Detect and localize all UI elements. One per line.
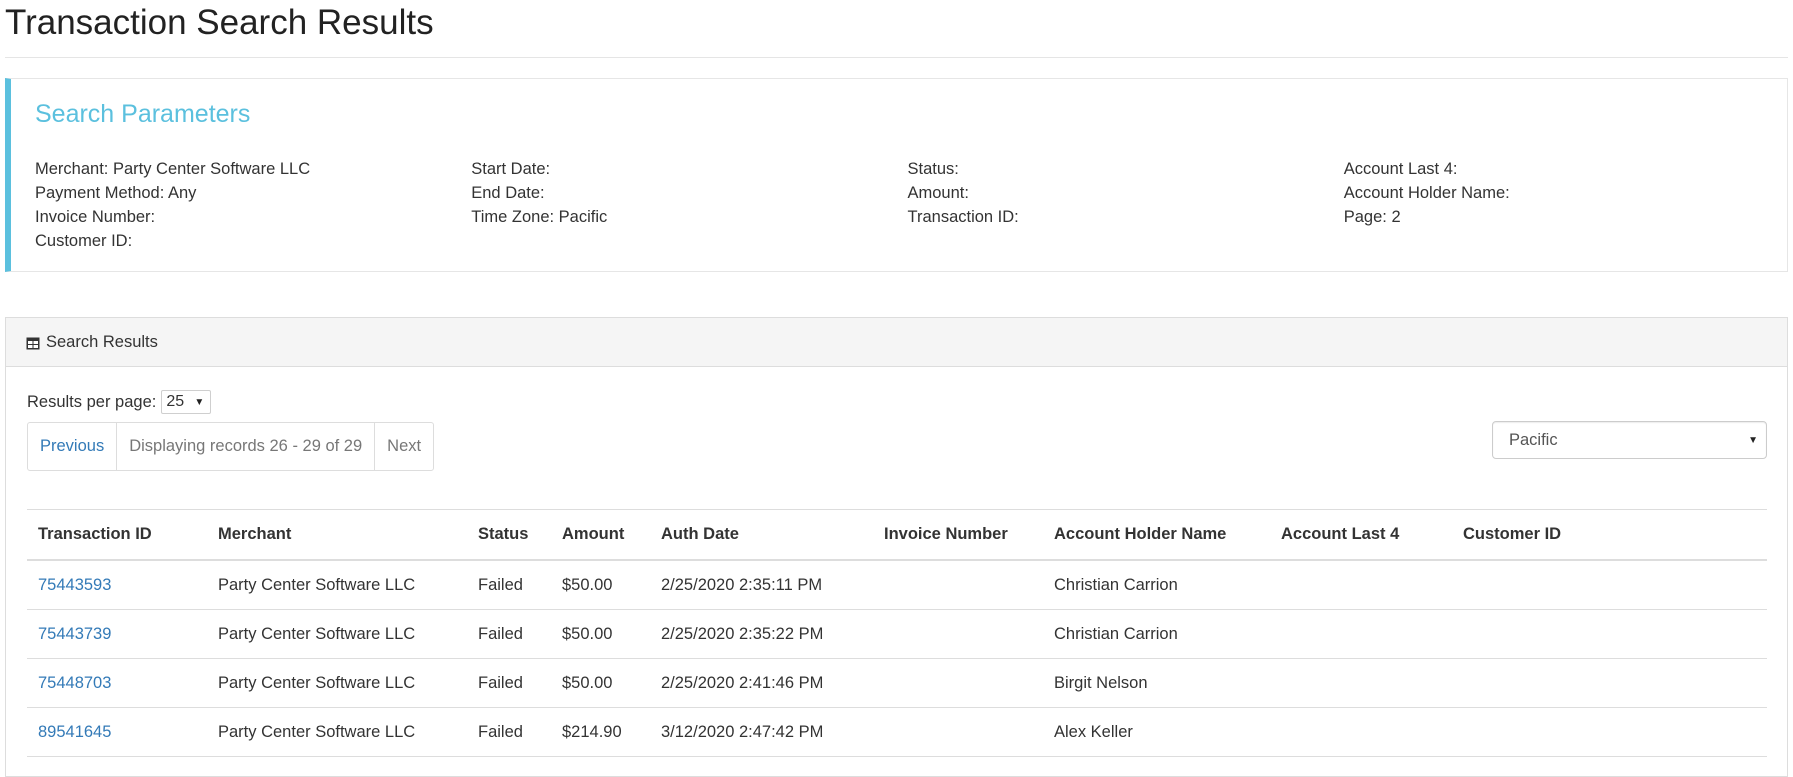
col-customer-id[interactable]: Customer ID [1452, 509, 1767, 561]
cell-auth-date: 2/25/2020 2:35:11 PM [650, 560, 873, 610]
cell-invoice-number [873, 707, 1043, 757]
panel-heading: Search Results [6, 318, 1787, 367]
previous-button[interactable]: Previous [28, 423, 118, 470]
pager-info: Displaying records 26 - 29 of 29 [117, 423, 376, 470]
cell-status: Failed [467, 707, 551, 757]
transaction-link[interactable]: 89541645 [38, 723, 111, 741]
search-results-panel: Search Results Results per page: 25 ▼ Pr… [5, 317, 1788, 777]
search-parameters-grid: Merchant: Party Center Software LLC Paym… [35, 157, 1780, 253]
title-divider [5, 57, 1788, 58]
col-auth-date[interactable]: Auth Date [650, 509, 873, 561]
param-column-3: Status: Amount: Transaction ID: [908, 157, 1344, 253]
param-page: Page: 2 [1343, 208, 1401, 226]
param-column-4: Account Last 4: Account Holder Name: Pag… [1344, 157, 1780, 253]
cell-merchant: Party Center Software LLC [207, 707, 467, 757]
param-payment-method: Payment Method: Any [35, 184, 197, 202]
param-account-holder: Account Holder Name: [1343, 184, 1510, 202]
page: Transaction Search Results Search Parame… [0, 0, 1793, 777]
transaction-link[interactable]: 75443593 [38, 576, 111, 594]
cell-merchant: Party Center Software LLC [207, 609, 467, 659]
param-account-last4: Account Last 4: [1343, 160, 1458, 178]
param-merchant: Merchant: Party Center Software LLC [35, 160, 311, 178]
next-button[interactable]: Next [375, 423, 433, 470]
cell-account-last4 [1270, 707, 1452, 757]
param-status: Status: [907, 160, 959, 178]
table-icon [26, 336, 40, 349]
col-account-last4[interactable]: Account Last 4 [1270, 509, 1452, 561]
cell-account-holder: Christian Carrion [1043, 560, 1270, 610]
cell-amount: $214.90 [551, 707, 650, 757]
search-parameters-callout: Search Parameters Merchant: Party Center… [5, 78, 1788, 272]
table-header-row: Transaction ID Merchant Status Amount Au… [27, 509, 1767, 561]
results-per-page-select[interactable]: 25 ▼ [161, 390, 212, 414]
cell-merchant: Party Center Software LLC [207, 560, 467, 610]
results-table: Transaction ID Merchant Status Amount Au… [27, 509, 1767, 757]
param-column-1: Merchant: Party Center Software LLC Paym… [35, 157, 471, 253]
cell-status: Failed [467, 658, 551, 708]
col-invoice-number[interactable]: Invoice Number [873, 509, 1043, 561]
chevron-down-icon: ▼ [1748, 434, 1758, 446]
cell-customer-id [1452, 609, 1767, 659]
cell-account-last4 [1270, 609, 1452, 659]
table-row: 75443739 Party Center Software LLC Faile… [27, 609, 1767, 659]
results-per-page-label: Results per page: [27, 392, 157, 411]
col-account-holder-name[interactable]: Account Holder Name [1043, 509, 1270, 561]
cell-account-holder: Alex Keller [1043, 707, 1270, 757]
transaction-link[interactable]: 75443739 [38, 625, 111, 643]
cell-account-last4 [1270, 658, 1452, 708]
param-column-2: Start Date: End Date: Time Zone: Pacific [471, 157, 907, 253]
chevron-down-icon: ▼ [194, 396, 205, 408]
cell-amount: $50.00 [551, 560, 650, 610]
cell-customer-id [1452, 560, 1767, 610]
table-row: 89541645 Party Center Software LLC Faile… [27, 707, 1767, 757]
cell-transaction-id: 89541645 [27, 707, 207, 757]
cell-customer-id [1452, 658, 1767, 708]
cell-transaction-id: 75448703 [27, 658, 207, 708]
cell-transaction-id: 75443593 [27, 560, 207, 610]
cell-account-holder: Christian Carrion [1043, 609, 1270, 659]
param-invoice-number: Invoice Number: [35, 208, 156, 226]
cell-merchant: Party Center Software LLC [207, 658, 467, 708]
timezone-select[interactable]: Pacific ▼ [1492, 421, 1767, 459]
page-title: Transaction Search Results [5, 3, 434, 42]
param-time-zone: Time Zone: Pacific [471, 208, 608, 226]
search-parameters-title: Search Parameters [35, 100, 251, 128]
timezone-value: Pacific [1509, 430, 1558, 449]
results-per-page-value: 25 [166, 393, 185, 410]
pager: Previous Displaying records 26 - 29 of 2… [27, 422, 435, 471]
cell-auth-date: 3/12/2020 2:47:42 PM [650, 707, 873, 757]
col-status[interactable]: Status [467, 509, 551, 561]
param-customer-id: Customer ID: [35, 232, 133, 250]
col-merchant[interactable]: Merchant [207, 509, 467, 561]
param-start-date: Start Date: [471, 160, 551, 178]
param-amount: Amount: [907, 184, 969, 202]
param-end-date: End Date: [471, 184, 545, 202]
table-row: 75443593 Party Center Software LLC Faile… [27, 560, 1767, 610]
cell-invoice-number [873, 560, 1043, 610]
transaction-link[interactable]: 75448703 [38, 674, 111, 692]
results-per-page: Results per page: 25 ▼ [27, 390, 212, 414]
cell-invoice-number [873, 609, 1043, 659]
cell-amount: $50.00 [551, 658, 650, 708]
cell-transaction-id: 75443739 [27, 609, 207, 659]
cell-amount: $50.00 [551, 609, 650, 659]
col-transaction-id[interactable]: Transaction ID [27, 509, 207, 561]
panel-heading-label: Search Results [46, 332, 158, 351]
cell-customer-id [1452, 707, 1767, 757]
cell-status: Failed [467, 560, 551, 610]
cell-auth-date: 2/25/2020 2:35:22 PM [650, 609, 873, 659]
cell-account-holder: Birgit Nelson [1043, 658, 1270, 708]
cell-account-last4 [1270, 560, 1452, 610]
cell-auth-date: 2/25/2020 2:41:46 PM [650, 658, 873, 708]
cell-invoice-number [873, 658, 1043, 708]
cell-status: Failed [467, 609, 551, 659]
col-amount[interactable]: Amount [551, 509, 650, 561]
param-transaction-id: Transaction ID: [907, 208, 1019, 226]
table-row: 75448703 Party Center Software LLC Faile… [27, 658, 1767, 708]
